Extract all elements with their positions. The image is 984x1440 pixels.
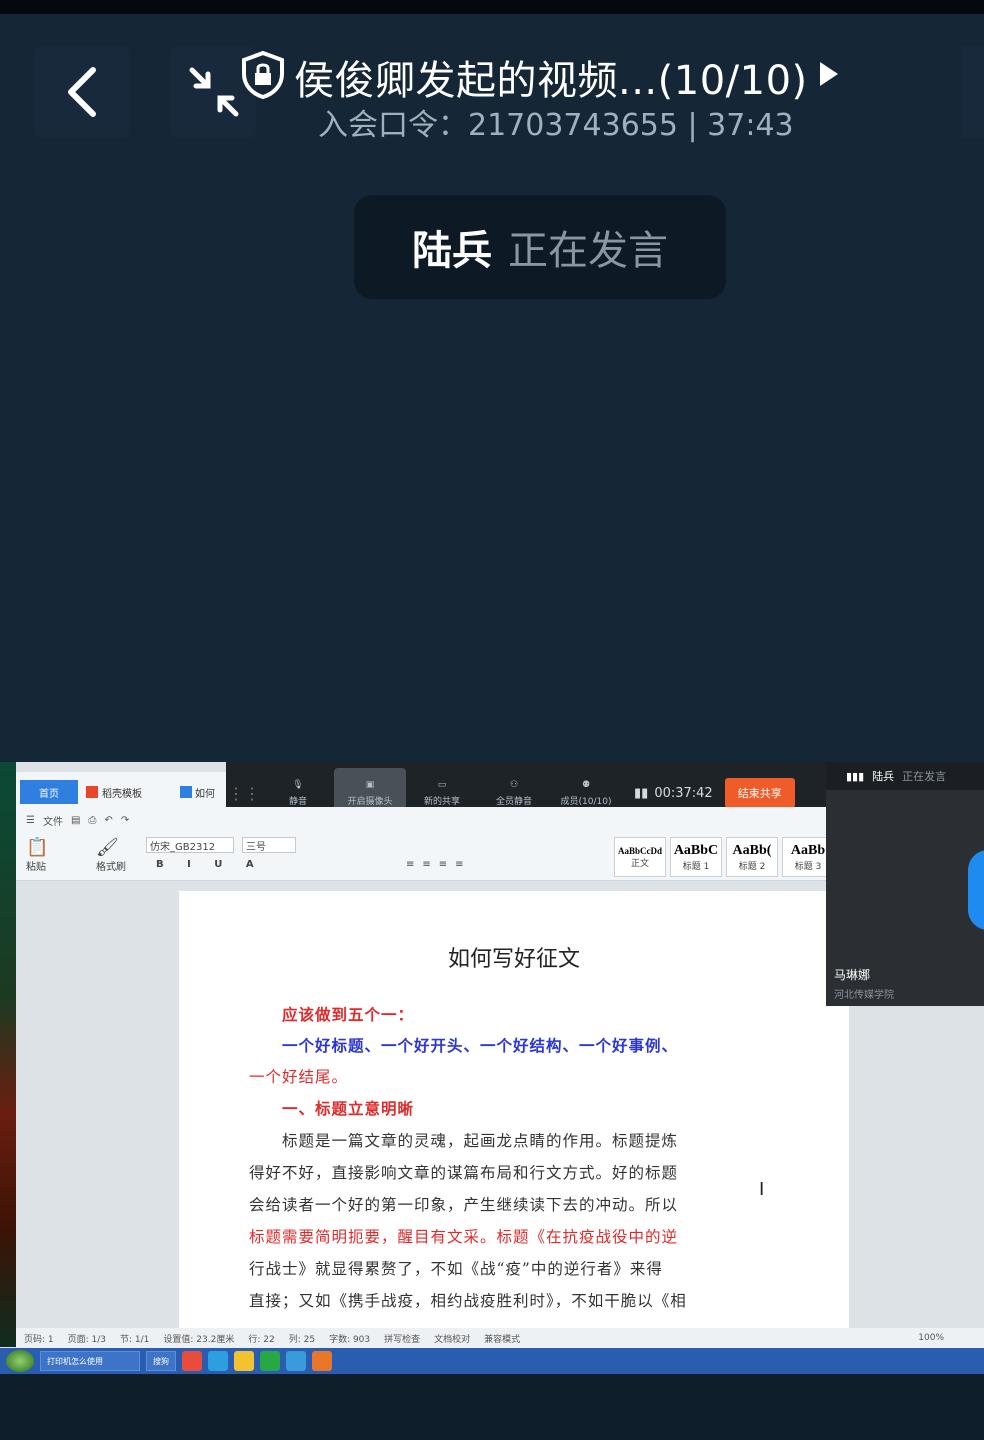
- proof-button[interactable]: 文档校对: [434, 1332, 470, 1345]
- doc-line: 直接；又如《携手战疫，相约战疫胜利时》，不如干脆以《相: [249, 1292, 687, 1310]
- panel-speaker: 陆兵: [872, 770, 895, 783]
- style-heading2[interactable]: AaBb(标题 2: [726, 837, 778, 877]
- doc-line: 标题是一篇文章的灵魂，起画龙点睛的作用。标题提炼: [282, 1132, 679, 1150]
- text-cursor-icon: I: [759, 1179, 765, 1200]
- align-buttons[interactable]: ≡≡≡≡: [406, 859, 472, 870]
- status-compat: 兼容模式: [484, 1334, 521, 1345]
- font-name-select[interactable]: 仿宋_GB2312: [146, 837, 234, 853]
- app-icon[interactable]: [312, 1351, 332, 1371]
- font-size-select[interactable]: 三号: [242, 837, 296, 853]
- file-menu[interactable]: 文件: [43, 813, 63, 828]
- meeting-title[interactable]: 侯俊卿发起的视频...(10/10): [294, 48, 808, 106]
- back-button[interactable]: [34, 46, 130, 138]
- shared-screen: 首页 稻壳模板 如何 ⋮⋮ 🎙 静音 ▣ 开启摄像头 ▭ 新的共享 ⚇ 全员静音 ⚉ 成员…: [0, 762, 984, 1374]
- print-icon[interactable]: ⎙: [88, 815, 96, 826]
- avatar[interactable]: [968, 850, 984, 930]
- taskbar-item[interactable]: 打印机怎么使用: [40, 1351, 140, 1371]
- chevron-left-icon: [68, 67, 96, 117]
- wps-status-bar: 页码: 1 页面: 1/3 节: 1/1 设置值: 23.2厘米 行: 22 列…: [16, 1328, 984, 1348]
- app-icon[interactable]: [286, 1351, 306, 1371]
- collapse-arrows-icon: [189, 67, 239, 117]
- doc-line: 应该做到五个一：: [282, 1005, 415, 1024]
- paste-button[interactable]: 📋 粘贴: [26, 837, 48, 873]
- document-icon: [180, 786, 192, 798]
- doc-line: 得好不好，直接影响文章的谋篇布局和行文方式。好的标题: [249, 1164, 679, 1182]
- style-gallery: AaBbCcDd 正文 AaBbC 标题 1 AaBb(标题 2 AaBb 标题 3: [614, 837, 834, 877]
- redo-icon[interactable]: ↷: [121, 815, 129, 826]
- browser-icon[interactable]: [182, 1351, 202, 1371]
- speaker-status: 正在发言: [508, 228, 668, 274]
- status-col: 列: 25: [288, 1334, 316, 1345]
- doc-line: 一个好标题、一个好开头、一个好结构、一个好事例、: [282, 1036, 679, 1055]
- clipboard-icon: 📋: [26, 837, 49, 858]
- template-icon: [86, 786, 98, 798]
- meeting-code: 21703743655: [468, 108, 678, 143]
- format-painter-button[interactable]: 🖌 格式刷: [96, 837, 126, 873]
- style-heading1[interactable]: AaBbC 标题 1: [670, 837, 722, 877]
- status-position: 设置值: 23.2厘米: [163, 1334, 235, 1345]
- brush-icon: 🖌: [96, 837, 119, 858]
- audio-level-icon: ▮▮▮: [846, 769, 865, 783]
- status-pages: 页面: 1/3: [67, 1334, 107, 1345]
- bottom-area: [0, 1374, 984, 1440]
- desktop-wallpaper: [0, 762, 16, 1347]
- document-area: 如何写好征文 应该做到五个一： 一个好标题、一个好开头、一个好结构、一个好事例、…: [16, 881, 849, 1331]
- speaker-banner: 陆兵 正在发言: [354, 195, 726, 299]
- wechat-icon[interactable]: [260, 1351, 280, 1371]
- save-icon[interactable]: ▤: [71, 815, 80, 826]
- document-page[interactable]: 如何写好征文 应该做到五个一： 一个好标题、一个好开头、一个好结构、一个好事例、…: [179, 891, 849, 1331]
- mute-all-icon: ⚇: [509, 779, 519, 790]
- status-page: 页码: 1: [24, 1334, 54, 1345]
- wps-ribbon: 📋 粘贴 🖌 格式刷 仿宋_GB2312 三号 B I U A ≡≡≡≡ AaBbC…: [16, 833, 834, 881]
- meeting-elapsed: 37:43: [707, 108, 794, 143]
- share-timer: ▮▮ 00:37:42: [634, 785, 713, 801]
- members-icon: ⚉: [581, 779, 591, 790]
- wps-menu-bar: ☰ 文件 ▤ ⎙ ↶ ↷: [16, 807, 826, 833]
- doc-line: 行战士》就显得累赘了，不如《战“疫”中的逆行者》来得: [249, 1260, 663, 1278]
- participant-name: 马琳娜: [834, 968, 871, 982]
- doc-line: 一个好结尾。: [249, 1068, 349, 1086]
- participant-panel: ▮▮▮ 陆兵 正在发言 马琳娜 河北传媒学院: [826, 762, 984, 1006]
- status-section: 节: 1/1: [120, 1334, 150, 1345]
- folder-icon[interactable]: [234, 1351, 254, 1371]
- play-icon[interactable]: [818, 60, 840, 88]
- status-words: 字数: 903: [329, 1334, 371, 1345]
- doc-line: 一、标题立意明晰: [282, 1099, 415, 1118]
- windows-taskbar: 打印机怎么使用 搜狗: [0, 1348, 984, 1374]
- screen-share-icon: ▭: [437, 779, 447, 790]
- app-icon[interactable]: [208, 1351, 228, 1371]
- spellcheck-button[interactable]: 拼写检查: [384, 1332, 420, 1345]
- status-strip: [0, 0, 984, 14]
- drag-handle[interactable]: ⋮⋮: [226, 784, 262, 803]
- tab-home[interactable]: 首页: [20, 780, 78, 804]
- zoom-level[interactable]: 100%: [918, 1333, 944, 1343]
- speaker-name: 陆兵: [412, 228, 492, 274]
- shield-lock-icon: [242, 50, 284, 100]
- panel-speaker-status: 正在发言: [902, 770, 947, 783]
- camera-icon: ▣: [365, 779, 375, 790]
- doc-line: 标题需要简明扼要，醒目有文采。标题《在抗疫战役中的逆: [249, 1228, 679, 1246]
- more-button[interactable]: [962, 46, 984, 138]
- menu-icon: ☰: [26, 814, 35, 826]
- meeting-code-label: 入会口令：: [318, 108, 468, 143]
- participant-panel-header: ▮▮▮ 陆兵 正在发言: [826, 762, 984, 790]
- meeting-code-line: 入会口令：21703743655 | 37:43: [318, 108, 794, 143]
- wps-tab-bar: 首页 稻壳模板 如何: [16, 772, 226, 807]
- doc-title: 如何写好征文: [447, 947, 580, 972]
- tab-template[interactable]: 稻壳模板: [86, 780, 172, 804]
- start-button[interactable]: [6, 1350, 34, 1372]
- status-row: 行: 22: [248, 1334, 275, 1345]
- participant-org: 河北传媒学院: [834, 990, 894, 1001]
- taskbar-item[interactable]: 搜狗: [146, 1351, 176, 1371]
- microphone-icon: 🎙: [292, 779, 304, 790]
- doc-line: 会给读者一个好的第一印象，产生继续读下去的冲动。所以: [249, 1196, 679, 1214]
- bold-italic-underline[interactable]: B I U A: [156, 859, 264, 870]
- style-normal[interactable]: AaBbCcDd 正文: [614, 837, 666, 877]
- undo-icon[interactable]: ↶: [104, 815, 112, 826]
- tab-document[interactable]: 如何: [180, 780, 226, 804]
- end-share-button[interactable]: 结束共享: [724, 778, 795, 808]
- signal-icon: ▮▮: [634, 785, 649, 801]
